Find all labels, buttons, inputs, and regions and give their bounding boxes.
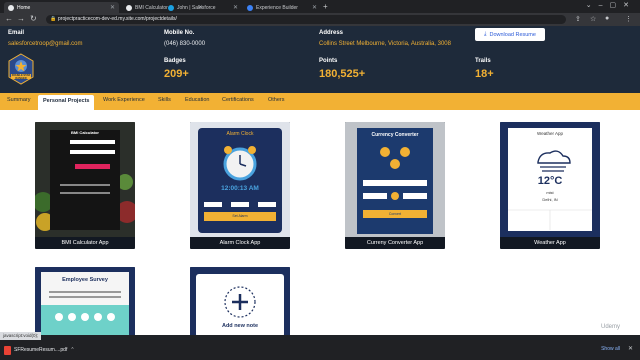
url-input[interactable]: 🔒 projectpracticecom-dev-ed.my.site.com/… (46, 15, 566, 24)
watermark: Udemy (600, 324, 620, 330)
tab-education[interactable]: Education (185, 97, 209, 103)
site-icon (8, 4, 14, 11)
status-bar-url: javascript:void(0); (0, 332, 42, 340)
bmi-calculator-screenshot (35, 122, 135, 237)
address-bar: ← → ↻ 🔒 projectpracticecom-dev-ed.my.sit… (0, 13, 640, 26)
browser-tab-salesforce[interactable]: John | Salesforce ✕ (164, 2, 242, 13)
browser-tab-experience-builder[interactable]: Experience Builder ✕ (243, 2, 321, 13)
badges-label: Badges (164, 58, 186, 64)
project-card-currency-converter[interactable]: Currency Converter Convert Curreny Conve… (345, 122, 445, 249)
project-caption: Alarm Clock App (219, 240, 261, 246)
project-card-notes[interactable]: Add new note (190, 267, 290, 335)
tab-certifications[interactable]: Certifications (222, 97, 254, 103)
email-label: Email (8, 30, 25, 36)
project-caption: Weather App (534, 240, 566, 246)
project-card-bmi[interactable]: BMI Calculator BMI Calculator App (35, 122, 135, 249)
project-card-alarm-clock[interactable]: Alarm Clock 12:00:13 AM Set Alarm Alarm … (190, 122, 290, 249)
close-icon[interactable]: ✕ (110, 4, 115, 11)
download-icon: ⤓ (484, 31, 487, 37)
download-filename: SFResumeResum....pdf (14, 347, 68, 353)
download-resume-button[interactable]: ⤓ Download Resume (475, 28, 545, 41)
chevron-up-icon[interactable]: ⌃ (70, 347, 74, 353)
mobile-value: (046) 830-0000 (164, 41, 206, 47)
download-resume-label: Download Resume (489, 31, 536, 38)
thumb-title: Add new note (221, 323, 259, 329)
lock-icon: 🔒 (50, 16, 57, 22)
close-icon[interactable]: ✕ (233, 4, 238, 11)
tab-skills[interactable]: Skills (158, 97, 171, 103)
close-icon[interactable]: ✕ (312, 4, 317, 11)
thumb-title: Weather App (537, 131, 563, 136)
tab-title: BMI Calculator (135, 4, 168, 11)
site-icon (247, 4, 253, 11)
tab-personal-projects[interactable]: Personal Projects (38, 95, 95, 110)
download-item[interactable]: SFResumeResum....pdf ⌃ (4, 344, 94, 356)
window-controls-icon[interactable]: ⌄–▢✕ (586, 1, 636, 9)
star-icon[interactable]: ☆ (590, 15, 596, 23)
tab-title: John | Salesforce (177, 4, 216, 11)
currency-converter-screenshot (345, 122, 445, 237)
profile-header: Email salesforcetroop@gmail.com Mobile N… (0, 26, 640, 93)
salesforce-icon (168, 4, 174, 11)
share-icon[interactable]: ⇪ (575, 15, 581, 23)
tab-others[interactable]: Others (268, 97, 285, 103)
thumb-button: Set Alarm (232, 214, 248, 218)
site-icon (126, 4, 132, 11)
close-icon[interactable]: ✕ (628, 345, 633, 352)
tab-work-experience[interactable]: Work Experience (103, 97, 145, 103)
alarm-clock-screenshot (190, 122, 290, 237)
forward-icon[interactable]: → (17, 14, 25, 23)
pdf-icon (4, 345, 11, 355)
browser-tab-strip: Home ✕ BMI Calculator ✕ John | Salesforc… (0, 0, 640, 13)
project-caption: BMI Calculator App (61, 240, 109, 246)
project-card-weather[interactable]: Weather App 12°C mist Delhi, IN Weather … (500, 122, 600, 249)
browser-tab-home[interactable]: Home ✕ (4, 2, 119, 13)
project-card-employee-survey[interactable]: Employee Survey (35, 267, 135, 335)
thumb-title: Currency Converter (371, 132, 419, 138)
trails-value: 18+ (475, 68, 494, 80)
web-page: Email salesforcetroop@gmail.com Mobile N… (0, 26, 640, 335)
tab-summary[interactable]: Summary (7, 97, 31, 103)
points-label: Points (319, 58, 338, 64)
points-value: 180,525+ (319, 68, 366, 80)
url-text: projectpracticecom-dev-ed.my.site.com/pr… (58, 16, 177, 22)
thumb-button: Convert (388, 212, 402, 216)
tab-title: Home (17, 4, 31, 11)
thumb-condition: mist (546, 190, 554, 195)
back-icon[interactable]: ← (5, 14, 13, 23)
show-all-link[interactable]: Show all (601, 346, 620, 352)
trails-label: Trails (475, 58, 491, 64)
mobile-label: Mobile No. (164, 30, 195, 36)
menu-icon[interactable]: ⋮ (625, 15, 632, 23)
address-value: Collins Street Melbourne, Victoria, Aust… (319, 41, 451, 47)
logo-text: DOUBLE STAR RANGER (11, 74, 31, 80)
email-value[interactable]: salesforcetroop@gmail.com (8, 41, 82, 47)
thumb-title: BMI Calculator (70, 130, 99, 135)
thumb-title: Alarm Clock (226, 131, 254, 137)
new-tab-icon[interactable]: + (323, 2, 328, 11)
thumb-time: 12:00:13 AM (221, 185, 259, 192)
thumb-temp: 12°C (537, 175, 563, 187)
section-tabs: Summary Personal Projects Work Experienc… (0, 93, 640, 110)
thumb-location: Delhi, IN (542, 197, 558, 202)
address-label: Address (319, 30, 344, 36)
double-star-ranger-logo (8, 53, 34, 85)
project-caption: Curreny Converter App (366, 240, 424, 246)
projects-grid: BMI Calculator BMI Calculator App Alarm … (0, 110, 640, 335)
profile-icon[interactable]: ● (605, 15, 609, 22)
reload-icon[interactable]: ↻ (30, 14, 37, 23)
badges-value: 209+ (164, 68, 189, 80)
thumb-title: Employee Survey (62, 277, 108, 283)
tab-title: Experience Builder (256, 4, 298, 11)
download-bar: SFResumeResum....pdf ⌃ Show all ✕ (0, 340, 640, 360)
